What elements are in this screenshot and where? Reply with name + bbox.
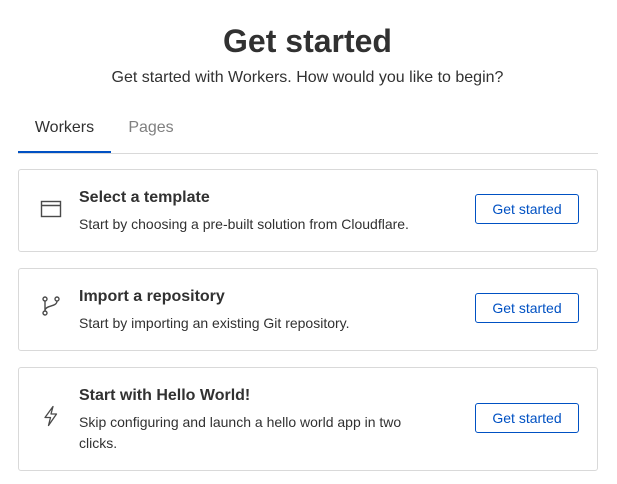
- lightning-bolt-icon: [40, 405, 62, 427]
- hello-world-get-started-button[interactable]: Get started: [475, 403, 579, 433]
- git-branch-icon: [40, 295, 62, 317]
- page-subtitle: Get started with Workers. How would you …: [111, 69, 504, 86]
- card-description: Skip configuring and launch a hello worl…: [79, 414, 402, 451]
- card-title: Import a repository: [79, 288, 225, 305]
- card-title: Select a template: [79, 189, 210, 206]
- card-title: Start with Hello World!: [79, 387, 251, 404]
- card-description: Start by importing an existing Git repos…: [79, 315, 350, 331]
- tab-workers[interactable]: Workers: [18, 112, 111, 153]
- import-repository-get-started-button[interactable]: Get started: [475, 293, 579, 323]
- card-import-repository: Import a repository Start by importing a…: [18, 268, 598, 351]
- card-description: Start by choosing a pre-built solution f…: [79, 216, 409, 232]
- select-template-get-started-button[interactable]: Get started: [475, 194, 579, 224]
- card-hello-world: Start with Hello World! Skip configuring…: [18, 367, 598, 471]
- browser-window-icon: [40, 198, 62, 220]
- card-select-template: Select a template Start by choosing a pr…: [18, 169, 598, 252]
- tab-pages[interactable]: Pages: [111, 112, 191, 152]
- tab-bar: Workers Pages: [18, 112, 598, 154]
- page-title: Get started: [223, 23, 392, 59]
